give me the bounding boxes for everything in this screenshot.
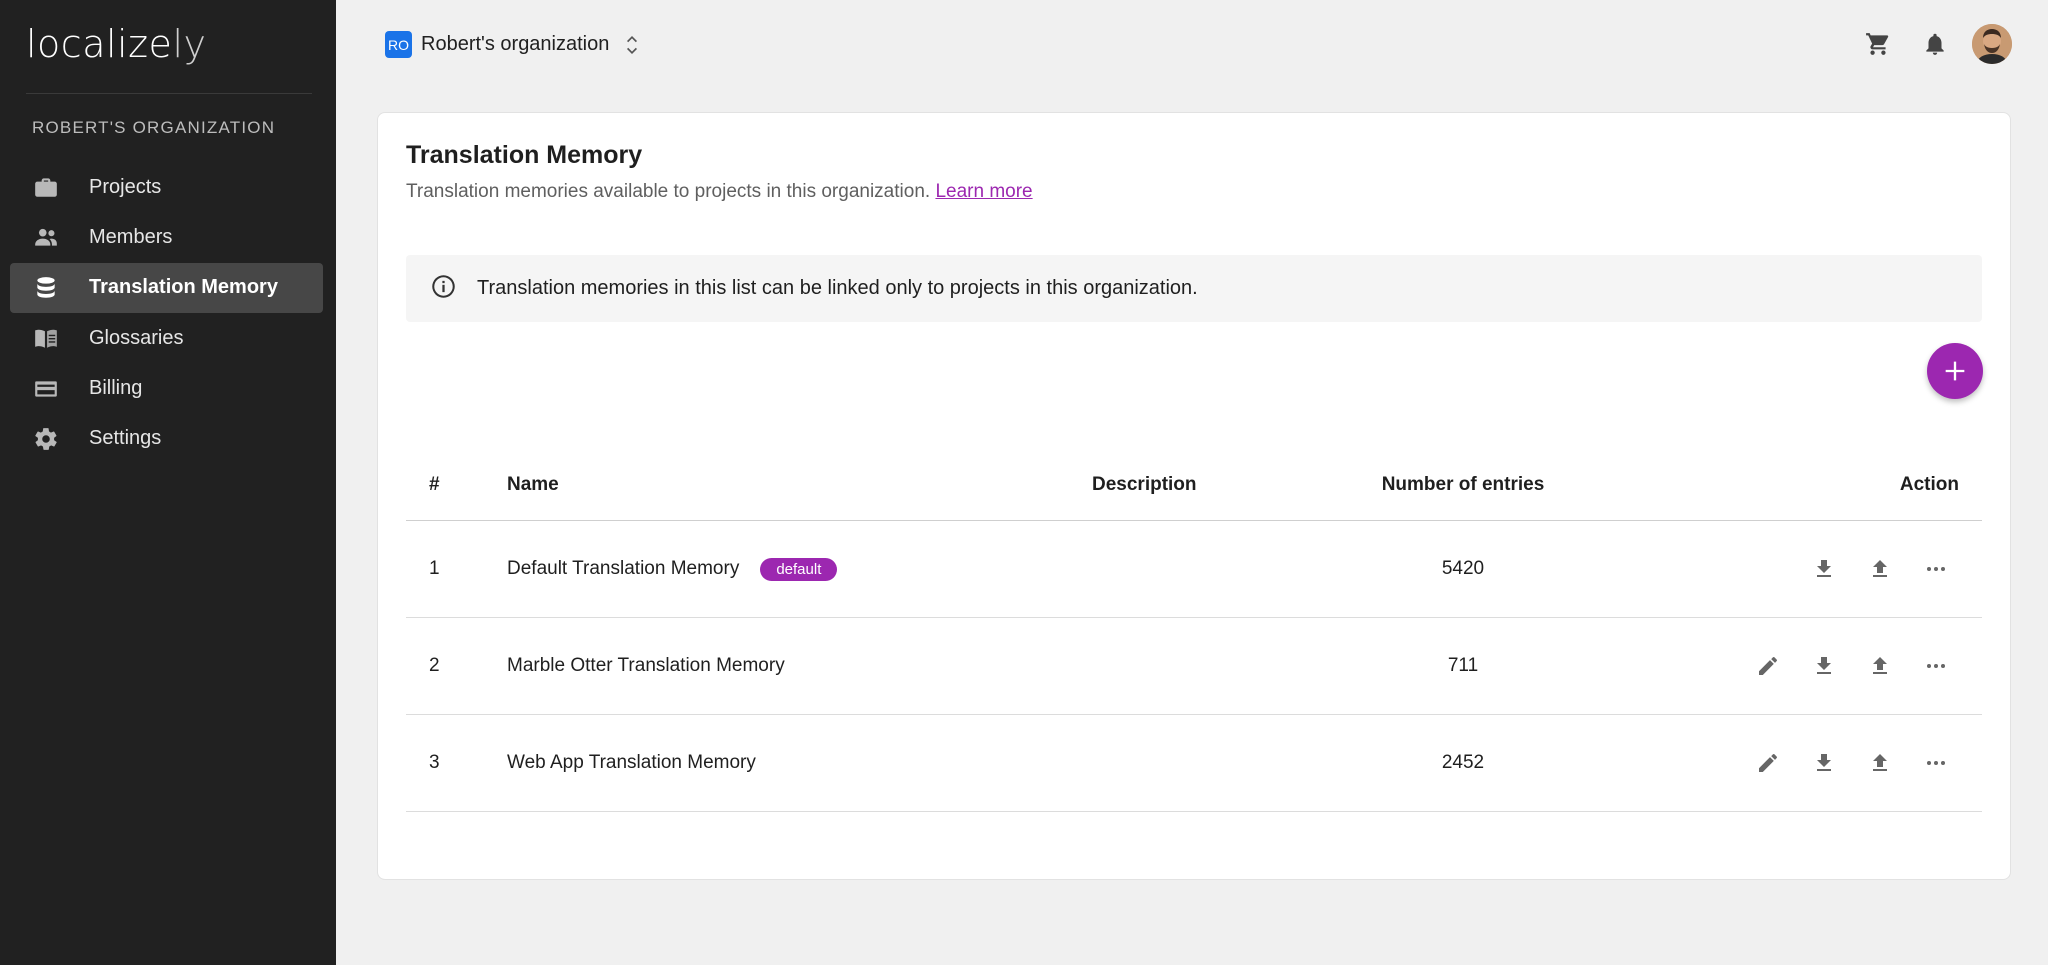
info-text: Translation memories in this list can be… [477, 277, 1198, 299]
edit-icon[interactable] [1748, 743, 1788, 783]
book-icon [32, 324, 60, 352]
sidebar-item-settings[interactable]: Settings [10, 414, 323, 464]
sidebar-item-translation-memory[interactable]: Translation Memory [10, 262, 323, 313]
table-row[interactable]: 3 Web App Translation Memory 2452 [406, 715, 1982, 812]
page-title: Translation Memory [406, 141, 643, 169]
row-number: 1 [429, 558, 440, 579]
plus-icon [1945, 361, 1965, 381]
edit-icon[interactable] [1748, 646, 1788, 686]
column-header-number[interactable]: # [429, 474, 440, 496]
sidebar-nav: Projects Members Translation Memory Glos… [10, 162, 323, 464]
row-name-cell: Default Translation Memory default [507, 557, 838, 581]
sidebar-item-label: Projects [89, 175, 162, 198]
column-header-description[interactable]: Description [1092, 474, 1197, 496]
add-translation-memory-button[interactable] [1927, 343, 1983, 399]
briefcase-icon [32, 173, 60, 201]
database-icon [32, 274, 60, 302]
top-actions [1841, 24, 2012, 64]
app-logo[interactable]: localizely [26, 22, 206, 66]
row-name-cell: Web App Translation Memory [507, 752, 756, 774]
row-name: Marble Otter Translation Memory [507, 655, 785, 676]
row-name-cell: Marble Otter Translation Memory [507, 655, 785, 677]
unfold-icon [625, 33, 639, 57]
column-header-name[interactable]: Name [507, 474, 559, 496]
row-name: Default Translation Memory [507, 558, 740, 579]
translation-memory-table: # Name Description Number of entries Act… [406, 449, 1982, 812]
sidebar-org-heading: ROBERT'S ORGANIZATION [32, 118, 276, 137]
sidebar-divider [26, 93, 312, 94]
sidebar-item-label: Settings [89, 427, 162, 450]
download-icon[interactable] [1804, 743, 1844, 783]
subtitle-text: Translation memories available to projec… [406, 181, 931, 202]
page-subtitle: Translation memories available to projec… [406, 181, 1033, 203]
sidebar-item-projects[interactable]: Projects [10, 162, 323, 212]
avatar[interactable] [1972, 24, 2012, 64]
sidebar-item-members[interactable]: Members [10, 212, 323, 262]
row-entries: 2452 [1441, 752, 1485, 773]
row-number: 2 [429, 655, 440, 676]
table-row[interactable]: 1 Default Translation Memory default 542… [406, 521, 1982, 618]
org-badge: RO [385, 31, 412, 58]
learn-more-link[interactable]: Learn more [935, 181, 1032, 202]
gear-icon [32, 425, 60, 453]
default-badge: default [760, 557, 838, 581]
column-header-action: Action [1899, 473, 1959, 495]
sidebar-item-label: Translation Memory [89, 276, 278, 299]
sidebar-item-label: Members [89, 225, 173, 248]
cart-icon[interactable] [1858, 24, 1898, 64]
more-options-icon[interactable] [1916, 743, 1956, 783]
table-row[interactable]: 2 Marble Otter Translation Memory 711 [406, 618, 1982, 715]
logo-suffix: ly [172, 22, 207, 66]
sidebar: localizely ROBERT'S ORGANIZATION Project… [0, 0, 336, 965]
translation-memory-card: Translation Memory Translation memories … [377, 112, 2011, 880]
upload-icon[interactable] [1860, 743, 1900, 783]
bell-icon[interactable] [1915, 24, 1955, 64]
upload-icon[interactable] [1860, 646, 1900, 686]
org-name: Robert's organization [421, 33, 610, 55]
sidebar-item-billing[interactable]: Billing [10, 364, 323, 414]
more-options-icon[interactable] [1916, 646, 1956, 686]
info-icon [430, 273, 457, 305]
column-header-entries[interactable]: Number of entries [1363, 474, 1563, 496]
row-name: Web App Translation Memory [507, 752, 756, 773]
sidebar-item-label: Glossaries [89, 326, 184, 349]
logo-main: localize [26, 22, 173, 66]
download-icon[interactable] [1804, 549, 1844, 589]
sidebar-item-label: Billing [89, 377, 143, 400]
row-actions [1732, 743, 1956, 783]
sidebar-item-glossaries[interactable]: Glossaries [10, 313, 323, 363]
org-switcher[interactable]: RO Robert's organization [385, 31, 639, 58]
credit-card-icon [32, 375, 60, 403]
info-banner: Translation memories in this list can be… [406, 255, 1982, 322]
row-entries: 711 [1447, 655, 1479, 676]
upload-icon[interactable] [1860, 549, 1900, 589]
table-header: # Name Description Number of entries Act… [406, 449, 1982, 521]
download-icon[interactable] [1804, 646, 1844, 686]
row-actions [1732, 646, 1956, 686]
row-entries: 5420 [1441, 558, 1485, 579]
row-number: 3 [429, 752, 440, 773]
people-icon [32, 223, 60, 251]
row-actions [1788, 549, 1956, 589]
more-options-icon[interactable] [1916, 549, 1956, 589]
